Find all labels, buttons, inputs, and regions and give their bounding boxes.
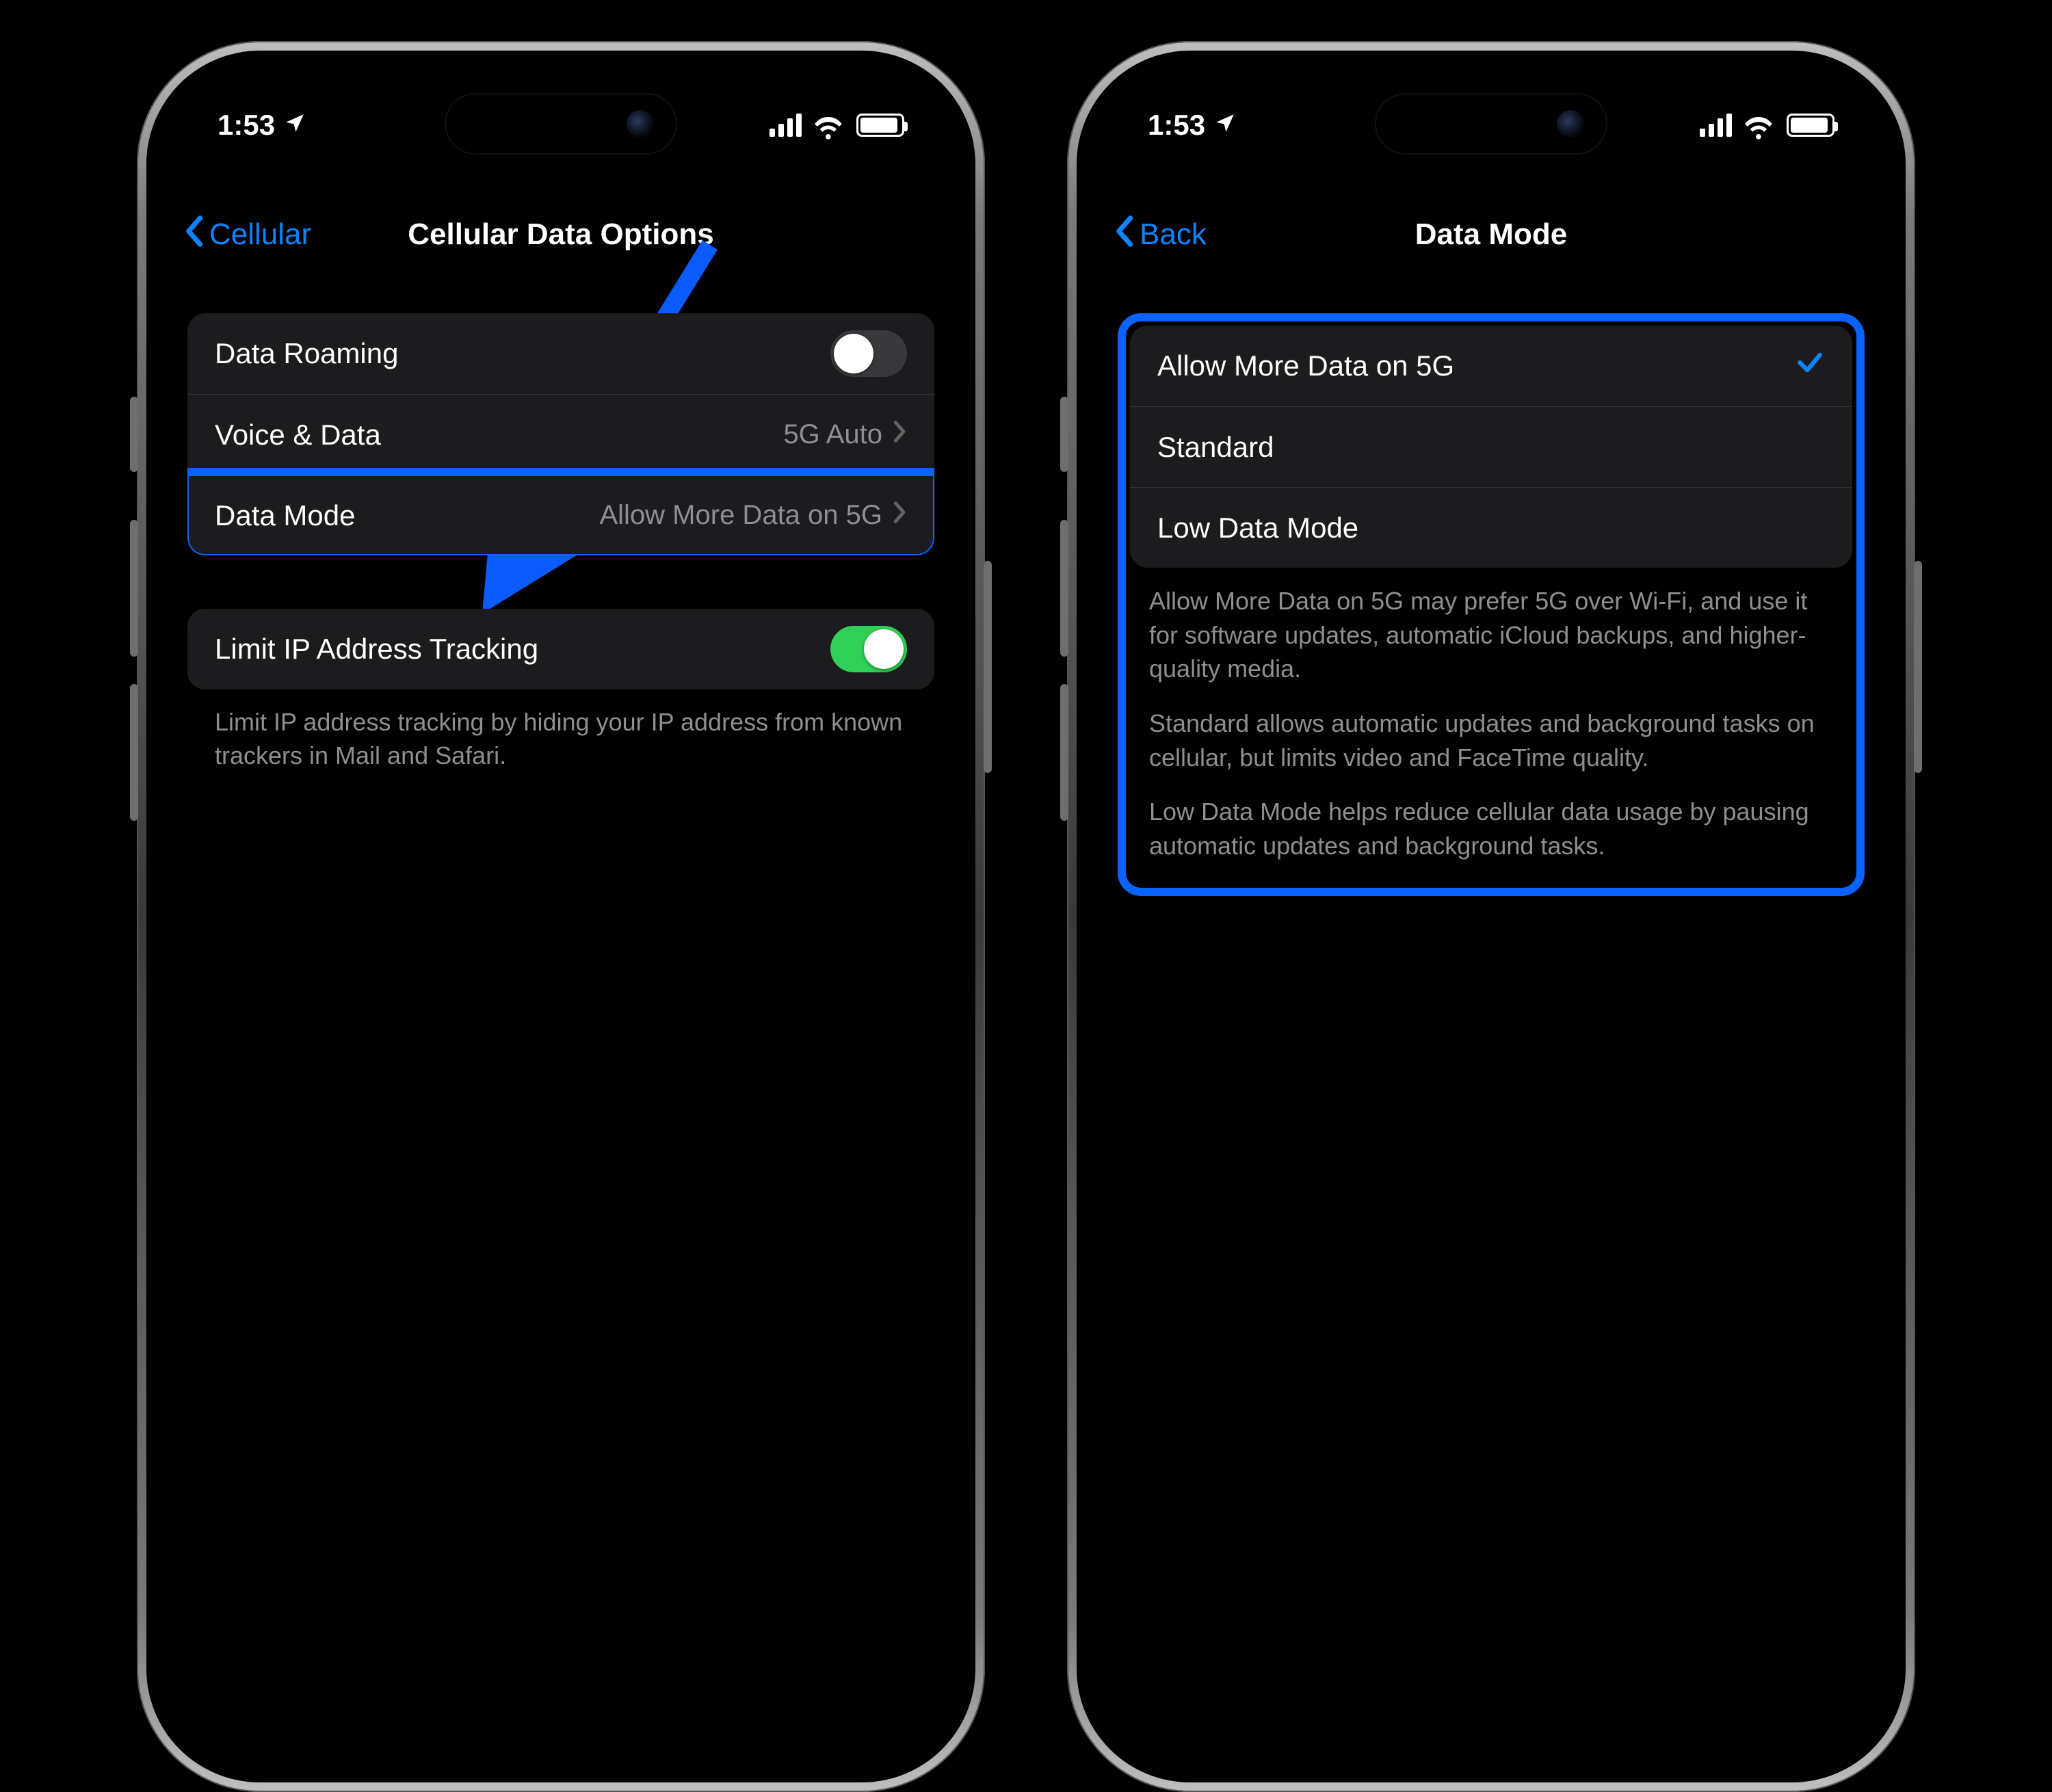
row-label: Data Mode — [215, 499, 355, 532]
clock-label: 1:53 — [218, 109, 275, 141]
phone-cellular-data-options: 1:53 Cellular Cellular Data Options — [137, 41, 985, 1792]
nav-bar: Back Data Mode — [1086, 204, 1896, 265]
chevron-right-icon — [893, 500, 907, 531]
description-text: Standard allows automatic updates and ba… — [1149, 707, 1833, 774]
description-text: Low Data Mode helps reduce cellular data… — [1149, 795, 1833, 862]
status-time: 1:53 — [218, 109, 306, 142]
row-data-mode[interactable]: Data Mode Allow More Data on 5G — [187, 475, 934, 555]
row-data-roaming[interactable]: Data Roaming — [187, 313, 934, 394]
side-button — [984, 561, 992, 773]
cellular-signal-icon — [1700, 114, 1732, 137]
row-label: Data Roaming — [215, 337, 398, 370]
description-block: Allow More Data on 5G may prefer 5G over… — [1130, 568, 1852, 884]
nav-bar: Cellular Cellular Data Options — [156, 204, 966, 265]
back-button[interactable]: Cellular — [183, 215, 311, 255]
location-icon — [1213, 109, 1237, 142]
battery-icon — [1787, 114, 1834, 137]
toggle-limit-ip[interactable] — [830, 626, 907, 672]
chevron-left-icon — [1114, 215, 1134, 255]
option-low-data[interactable]: Low Data Mode — [1130, 487, 1852, 568]
side-button — [130, 520, 138, 657]
option-label: Low Data Mode — [1157, 512, 1358, 544]
row-label: Voice & Data — [215, 419, 381, 451]
row-value: 5G Auto — [783, 419, 882, 450]
dynamic-island — [445, 93, 677, 155]
side-button — [130, 397, 138, 472]
battery-icon — [856, 114, 904, 137]
side-button — [1060, 684, 1068, 821]
option-label: Allow More Data on 5G — [1157, 350, 1454, 382]
phone-data-mode: 1:53 Back Data Mode — [1067, 41, 1915, 1792]
wifi-icon — [814, 114, 844, 137]
chevron-left-icon — [183, 215, 204, 255]
option-label: Standard — [1157, 431, 1274, 464]
chevron-right-icon — [893, 419, 907, 450]
checkmark-icon — [1795, 347, 1825, 384]
settings-group-ip: Limit IP Address Tracking — [187, 609, 934, 689]
side-button — [130, 684, 138, 821]
highlight-annotation: Allow More Data on 5G Standard Low Data … — [1118, 313, 1865, 896]
side-button — [1914, 561, 1922, 773]
side-button — [1060, 397, 1068, 472]
back-button[interactable]: Back — [1114, 215, 1207, 255]
back-label: Cellular — [209, 218, 311, 252]
location-icon — [283, 109, 306, 142]
row-value: Allow More Data on 5G — [599, 500, 882, 531]
page-title: Data Mode — [1086, 218, 1896, 252]
settings-group-data-mode: Allow More Data on 5G Standard Low Data … — [1130, 326, 1852, 568]
description-text: Allow More Data on 5G may prefer 5G over… — [1149, 584, 1833, 686]
back-label: Back — [1140, 218, 1207, 252]
status-time: 1:53 — [1148, 109, 1237, 142]
cellular-signal-icon — [770, 114, 802, 137]
row-voice-data[interactable]: Voice & Data 5G Auto — [187, 394, 934, 475]
footer-note: Limit IP address tracking by hiding your… — [187, 689, 934, 772]
row-label: Limit IP Address Tracking — [215, 633, 538, 666]
option-standard[interactable]: Standard — [1130, 406, 1852, 487]
toggle-data-roaming[interactable] — [830, 330, 907, 377]
wifi-icon — [1744, 114, 1774, 137]
settings-group-cellular: Data Roaming Voice & Data 5G Auto Data M… — [187, 313, 934, 555]
clock-label: 1:53 — [1148, 109, 1205, 141]
row-limit-ip-tracking[interactable]: Limit IP Address Tracking — [187, 609, 934, 689]
side-button — [1060, 520, 1068, 657]
dynamic-island — [1375, 93, 1607, 155]
option-allow-more-5g[interactable]: Allow More Data on 5G — [1130, 326, 1852, 406]
